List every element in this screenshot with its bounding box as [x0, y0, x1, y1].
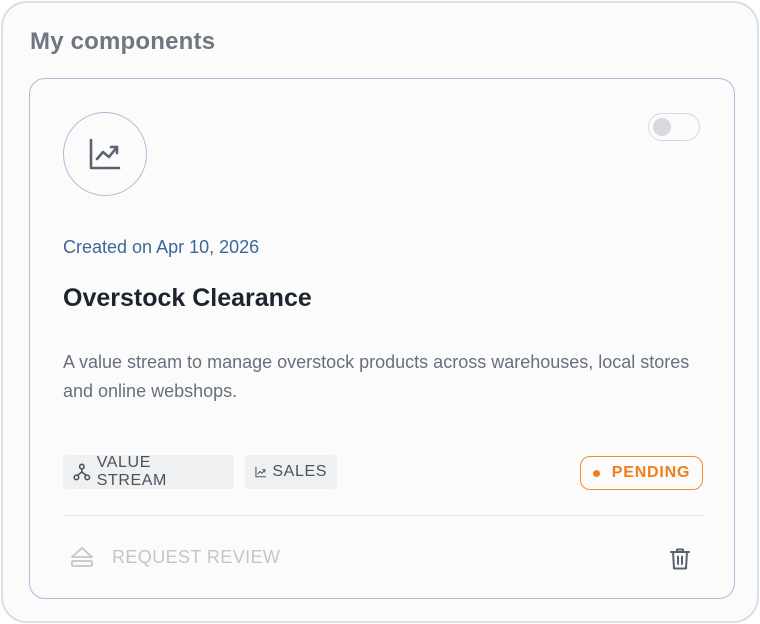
panel-title: My components: [30, 28, 216, 55]
my-components-panel: My components Created on Apr 10, 2026 Ov…: [1, 1, 759, 623]
created-date: Created on Apr 10, 2026: [63, 237, 260, 257]
status-dot: [592, 469, 600, 477]
request-review-button[interactable]: REQUEST REVIEW: [70, 543, 280, 571]
status-badge: PENDING: [580, 456, 703, 490]
component-card[interactable]: Created on Apr 10, 2026 Overstock Cleara…: [29, 78, 735, 599]
status-label: PENDING: [611, 464, 691, 481]
request-review-label: REQUEST REVIEW: [112, 546, 281, 567]
eject-icon: [71, 547, 93, 567]
card-divider: [63, 515, 703, 516]
chart-line-icon: [255, 466, 266, 478]
value-stream-icon: [73, 463, 91, 481]
enable-toggle[interactable]: [648, 113, 700, 141]
chart-line-icon: [89, 138, 121, 170]
toggle-knob: [653, 118, 671, 136]
trash-icon: [670, 548, 690, 570]
tag-label: SALES: [272, 463, 327, 480]
tag-sales: SALES: [245, 455, 337, 489]
component-avatar: [63, 112, 147, 196]
delete-button[interactable]: [666, 545, 694, 573]
tag-label: VALUE STREAM: [96, 454, 167, 489]
card-description: A value stream to manage overstock produ…: [63, 352, 690, 401]
card-title: Overstock Clearance: [63, 284, 312, 312]
tag-value-stream: VALUE STREAM: [63, 454, 234, 489]
